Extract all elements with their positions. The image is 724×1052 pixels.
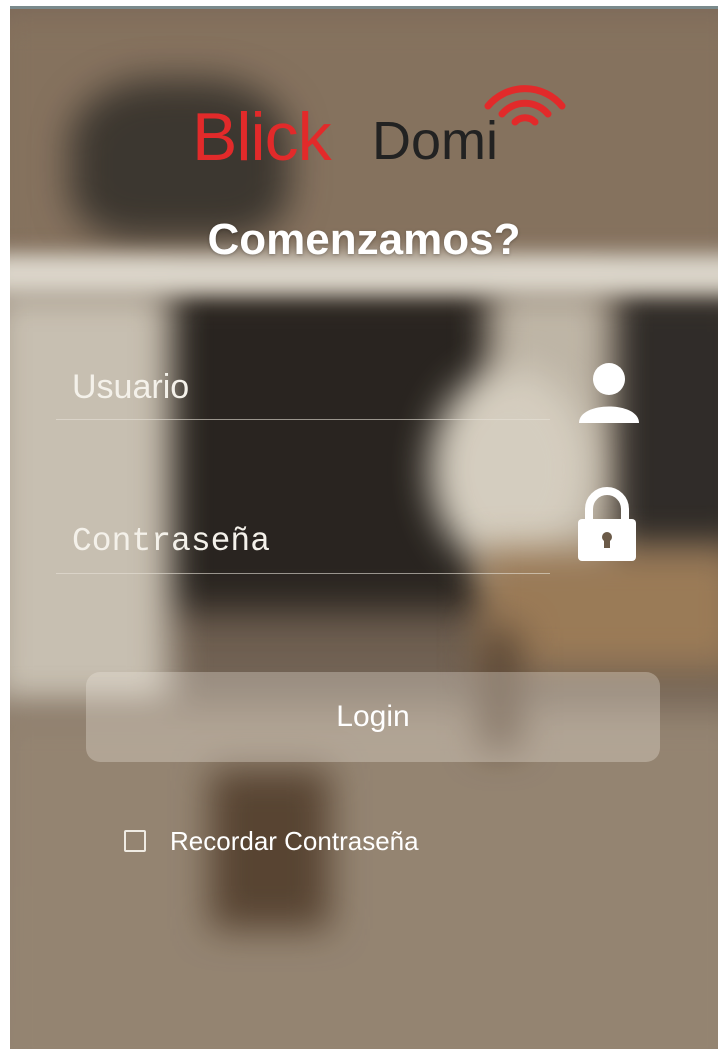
login-button[interactable]: Login — [86, 672, 660, 762]
username-field[interactable] — [56, 355, 550, 420]
user-icon — [579, 363, 639, 423]
username-input[interactable] — [70, 361, 544, 413]
page-title: Comenzamos? — [207, 215, 521, 264]
lock-icon — [578, 487, 636, 561]
remember-password-checkbox[interactable] — [124, 830, 146, 852]
password-input[interactable] — [70, 515, 544, 567]
device-frame: Blick Domi Comenzamos? Login — [0, 0, 724, 1052]
wifi-signal-icon — [484, 85, 566, 126]
remember-password-label: Recordar Contraseña — [170, 825, 419, 856]
remember-password-option[interactable]: Recordar Contraseña — [124, 821, 419, 861]
login-screen: Blick Domi Comenzamos? Login — [10, 6, 718, 1049]
logo-primary-text: Blick — [192, 99, 332, 175]
password-field[interactable] — [56, 509, 550, 574]
